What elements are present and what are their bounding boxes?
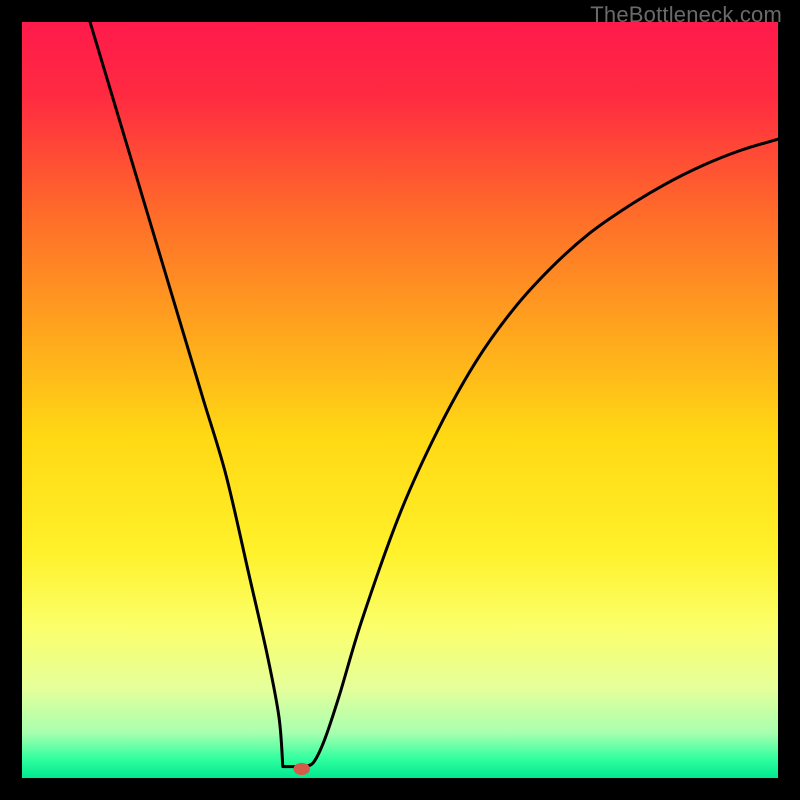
chart-background-gradient <box>22 22 778 778</box>
watermark-text: TheBottleneck.com <box>590 2 782 28</box>
chart-container <box>22 22 778 778</box>
bottleneck-chart <box>22 22 778 778</box>
optimum-marker <box>293 763 310 775</box>
